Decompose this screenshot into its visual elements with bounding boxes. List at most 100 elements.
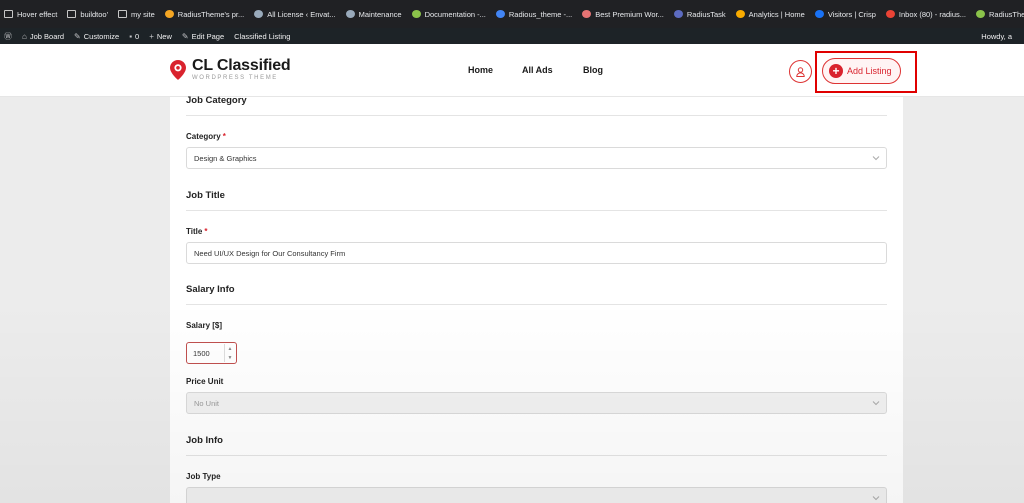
folder-icon xyxy=(67,10,77,18)
bookmark-item[interactable]: RadiusTheme Enva... xyxy=(976,10,1024,19)
bookmark-label: Visitors | Crisp xyxy=(827,9,876,19)
bookmark-label: Hover effect xyxy=(17,9,58,19)
classified-listing-label: Classified Listing xyxy=(234,31,291,41)
account-menu[interactable]: Howdy, a xyxy=(981,28,1012,44)
salary-value: 1500 xyxy=(193,348,210,358)
customize-label: Customize xyxy=(83,31,120,41)
section-title-job-category: Job Category xyxy=(186,95,247,106)
bookmark-item[interactable]: Analytics | Home xyxy=(735,9,805,19)
site-name-label: Job Board xyxy=(29,31,65,41)
favicon-icon xyxy=(814,10,824,18)
wordpress-icon xyxy=(254,10,264,18)
divider xyxy=(186,304,887,305)
salary-spinner[interactable]: ▲ ▼ xyxy=(224,344,235,362)
wordpress-icon xyxy=(345,10,355,18)
title-label: Title * xyxy=(186,227,208,236)
new-content-link[interactable]: + New xyxy=(149,32,172,41)
classified-listing-link[interactable]: Classified Listing xyxy=(234,32,290,41)
job-type-select[interactable] xyxy=(186,487,887,503)
favicon-icon xyxy=(976,10,986,18)
job-type-label: Job Type xyxy=(186,472,221,481)
bookmark-label: Radious_theme -... xyxy=(508,9,573,19)
folder-icon xyxy=(118,10,128,18)
bookmark-label: Documentation -... xyxy=(424,9,486,19)
bookmark-item[interactable]: Hover effect xyxy=(4,10,57,19)
listing-form-panel: Job Category Category * Design & Graphics… xyxy=(170,95,903,503)
divider xyxy=(186,115,887,116)
section-title-job-info: Job Info xyxy=(186,435,223,446)
logo-subtitle: WORDPRESS THEME xyxy=(192,75,278,81)
docs-icon xyxy=(495,10,505,18)
category-value: Design & Graphics xyxy=(194,153,257,163)
comments-link[interactable]: ▪ 0 xyxy=(129,32,139,41)
bookmark-label: RadiusTask xyxy=(686,9,726,19)
bookmark-label: Analytics | Home xyxy=(748,9,805,19)
bookmark-item[interactable]: Visitors | Crisp xyxy=(814,9,876,19)
category-label: Category * xyxy=(186,132,226,141)
user-icon xyxy=(796,66,805,77)
chevron-down-icon xyxy=(872,496,880,501)
spin-down-icon[interactable]: ▼ xyxy=(228,355,233,361)
bookmark-item[interactable]: Inbox (80) - radius... xyxy=(885,9,967,19)
annotation-highlight-box xyxy=(815,51,917,93)
bookmark-item[interactable]: Maintenance xyxy=(345,9,402,19)
nav-all-ads-link[interactable]: All Ads xyxy=(522,65,553,75)
bookmark-item[interactable]: RadiusTheme's pr... xyxy=(164,9,245,19)
divider xyxy=(186,210,887,211)
wordpress-logo-button[interactable]: Ⓦ xyxy=(4,31,12,42)
category-select[interactable]: Design & Graphics xyxy=(186,147,887,169)
bookmark-item[interactable]: Documentation -... xyxy=(411,9,486,19)
edit-page-link[interactable]: ✎ Edit Page xyxy=(182,32,224,41)
pencil-icon: ✎ xyxy=(181,31,189,41)
bookmark-label: Inbox (80) - radius... xyxy=(898,9,967,19)
site-logo[interactable]: CL Classified WORDPRESS THEME xyxy=(170,58,291,82)
bookmark-label: Maintenance xyxy=(358,9,402,19)
title-input[interactable]: Need UI/UX Design for Our Consultancy Fi… xyxy=(186,242,887,264)
brush-icon: ✎ xyxy=(74,31,81,41)
bookmark-label: buildtoo' xyxy=(80,9,109,19)
bookmark-item[interactable]: my site xyxy=(118,10,155,19)
plus-icon: + xyxy=(149,31,154,41)
new-label: New xyxy=(156,31,172,41)
site-name-link[interactable]: ⌂ Job Board xyxy=(22,32,64,41)
salary-label: Salary [$] xyxy=(186,321,223,330)
bookmark-item[interactable]: Radious_theme -... xyxy=(495,9,573,19)
favicon-icon xyxy=(164,10,174,18)
bookmark-item[interactable]: RadiusTask xyxy=(673,9,726,19)
home-icon: ⌂ xyxy=(22,31,27,41)
bookmark-label: All License ‹ Envat... xyxy=(267,9,336,19)
price-unit-select[interactable]: No Unit xyxy=(186,392,887,414)
salary-input[interactable]: 1500 ▲ ▼ xyxy=(186,342,237,364)
wp-admin-bar: Ⓦ ⌂ Job Board ✎ Customize ▪ 0 + New ✎ Edit Pa… xyxy=(0,28,1024,44)
customize-link[interactable]: ✎ Customize xyxy=(74,32,119,41)
edit-page-label: Edit Page xyxy=(191,31,225,41)
bookmark-label: RadiusTheme's pr... xyxy=(177,9,245,19)
analytics-icon xyxy=(735,10,745,18)
title-value: Need UI/UX Design for Our Consultancy Fi… xyxy=(194,248,346,258)
bookmark-label: my site xyxy=(131,9,155,19)
price-unit-value: No Unit xyxy=(194,398,220,408)
favicon-icon xyxy=(411,10,421,18)
favicon-icon xyxy=(673,10,683,18)
bookmark-label: Best Premium Wor... xyxy=(595,9,664,19)
comments-count: 0 xyxy=(135,31,140,41)
chevron-down-icon xyxy=(872,401,880,406)
section-title-salary-info: Salary Info xyxy=(186,284,235,295)
bookmark-label: RadiusTheme Enva... xyxy=(989,9,1024,19)
divider xyxy=(186,455,887,456)
wordpress-icon: Ⓦ xyxy=(4,31,12,41)
section-title-job-title: Job Title xyxy=(186,190,225,201)
nav-blog-link[interactable]: Blog xyxy=(583,65,603,75)
bookmarks-bar: Hover effect buildtoo' my site RadiusTheme'… xyxy=(0,0,1024,28)
price-unit-label: Price Unit xyxy=(186,377,224,386)
favicon-icon xyxy=(582,10,592,18)
howdy-label: Howdy, a xyxy=(981,31,1012,41)
location-pin-icon xyxy=(170,60,186,80)
nav-home-link[interactable]: Home xyxy=(468,65,493,75)
bookmark-item[interactable]: All License ‹ Envat... xyxy=(254,9,336,19)
spin-up-icon[interactable]: ▲ xyxy=(228,346,233,352)
bookmark-item[interactable]: Best Premium Wor... xyxy=(582,10,664,19)
bookmark-item[interactable]: buildtoo' xyxy=(67,10,108,19)
user-account-button[interactable] xyxy=(789,60,812,83)
chevron-down-icon xyxy=(872,156,880,161)
